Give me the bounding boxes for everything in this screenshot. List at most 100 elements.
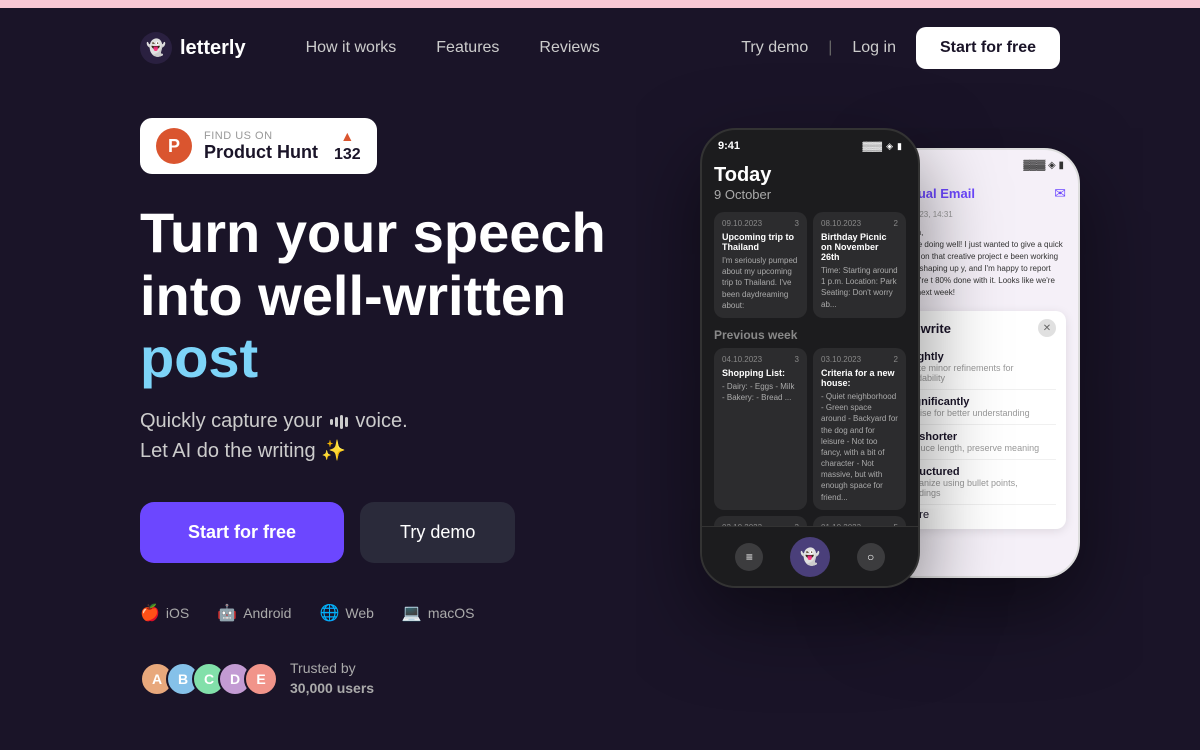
rewrite-option-significantly[interactable]: Significantly Revise for better understa… [904,390,1056,425]
back-status-icons: ▓▓▓ ◈ ▮ [1023,160,1064,171]
prev-note-2-header: 03.10.2023 2 [821,355,898,364]
prev-note-2-body: - Quiet neighborhood - Green space aroun… [821,391,898,503]
nav-start-free-button[interactable]: Start for free [916,27,1060,69]
prev-note-1-count: 3 [795,355,799,364]
note-card-1-date: 09.10.2023 [722,219,762,228]
rewrite-shorter-title: 2x shorter [904,431,1056,443]
headline-line2: into well-written [140,264,566,327]
sub1-text: Quickly capture your [140,410,322,432]
sub1-suffix: voice. [355,410,407,432]
main-status-time: 9:41 [718,140,740,152]
nav-links: How it works Features Reviews [306,39,742,57]
platform-macos-label: macOS [428,605,475,621]
nav-icon-left[interactable]: ≡ [735,543,763,571]
platform-macos: 💻 macOS [402,603,475,623]
voice-bars-icon [330,415,348,429]
phone-bottom-nav: ≡ 👻 ○ [702,526,918,586]
ph-arrow-icon: ▲ [340,128,354,144]
platforms: 🍎 iOS 🤖 Android 🌐 Web 💻 macOS [140,603,680,623]
logo-text: letterly [180,37,246,60]
hero-headline: Turn your speech into well-written post [140,202,680,390]
try-demo-button[interactable]: Try demo [360,502,515,563]
nav-reviews[interactable]: Reviews [539,39,599,56]
prev-notes-row-1: 04.10.2023 3 Shopping List: - Dairy: - E… [714,348,906,510]
nav-right: Try demo | Log in Start for free [741,27,1060,69]
trusted-section: A B C D E Trusted by 30,000 users [140,659,680,698]
rewrite-slightly-title: Slightly [904,351,1056,363]
note-card-1-header: 09.10.2023 3 [722,219,799,228]
nav-features[interactable]: Features [436,39,499,56]
start-free-button[interactable]: Start for free [140,502,344,563]
prev-note-card-1[interactable]: 04.10.2023 3 Shopping List: - Dairy: - E… [714,348,807,510]
rewrite-structured-title: Structured [904,466,1056,478]
rewrite-close-button[interactable]: ✕ [1038,319,1056,337]
prev-week-label: Previous week [714,328,906,342]
apple-icon: 🍎 [140,603,160,623]
headline-line1: Turn your speech [140,201,606,264]
today-notes-row: 09.10.2023 3 Upcoming trip to Thailand I… [714,212,906,318]
platform-ios: 🍎 iOS [140,603,189,623]
nav-login-link[interactable]: Log in [852,39,896,57]
nav-icon-center-record[interactable]: 👻 [790,537,830,577]
phone-main: 9:41 ▓▓▓ ◈ ▮ Today 9 October 09.10.2023 [700,128,920,588]
trusted-label1: Trusted by [290,660,356,676]
rewrite-header: Rewrite ✕ [904,319,1056,337]
rewrite-slightly-desc: Make minor refinements for readability [904,363,1056,383]
trusted-avatars: A B C D E [140,662,278,696]
prev-note-1-header: 04.10.2023 3 [722,355,799,364]
logo[interactable]: 👻 letterly [140,32,246,64]
prev-note-2-count: 2 [894,355,898,364]
sub2-text: Let AI do the writing ✨ [140,440,346,462]
navbar: 👻 letterly How it works Features Reviews… [0,8,1200,88]
platform-ios-label: iOS [166,605,189,621]
prev-note-card-2[interactable]: 03.10.2023 2 Criteria for a new house: -… [813,348,906,510]
note-card-2-title: Birthday Picnic on November 26th [821,232,898,262]
main-status-icons: ▓▓▓ ◈ ▮ [862,141,902,152]
prev-note-2-title: Criteria for a new house: [821,368,898,388]
platform-android: 🤖 Android [217,603,291,623]
rewrite-structured-desc: Organize using bullet points, headings [904,478,1056,498]
rewrite-option-structured[interactable]: Structured Organize using bullet points,… [904,460,1056,505]
rewrite-more[interactable]: More [904,505,1056,521]
logo-icon: 👻 [140,32,172,64]
cta-buttons: Start for free Try demo [140,502,680,563]
rewrite-significantly-title: Significantly [904,396,1056,408]
note-card-1[interactable]: 09.10.2023 3 Upcoming trip to Thailand I… [714,212,807,318]
phone-mockups: 9:41 ▓▓▓ ◈ ▮ Casual Email ✉ July 2023, 1… [680,108,1060,668]
web-icon: 🌐 [319,603,339,623]
product-hunt-find-label: FIND US ON [204,130,318,142]
main-status-bar: 9:41 ▓▓▓ ◈ ▮ [702,130,918,156]
android-icon: 🤖 [217,603,237,623]
phone-date: 9 October [714,187,906,202]
phone-date-header: Today 9 October [714,164,906,202]
note-card-1-body: I'm seriously pumped about my upcoming t… [722,255,799,311]
nav-how-it-works[interactable]: How it works [306,39,397,56]
macos-icon: 💻 [402,603,422,623]
note-card-2[interactable]: 08.10.2023 2 Birthday Picnic on November… [813,212,906,318]
headline-accent: post [140,326,258,389]
rewrite-option-shorter[interactable]: 2x shorter Reduce length, preserve meani… [904,425,1056,460]
nav-icon-right[interactable]: ○ [857,543,885,571]
rewrite-shorter-desc: Reduce length, preserve meaning [904,443,1056,453]
rewrite-option-slightly[interactable]: Slightly Make minor refinements for read… [904,345,1056,390]
phone-today: Today [714,164,906,187]
note-card-2-header: 08.10.2023 2 [821,219,898,228]
back-email-icon: ✉ [1054,185,1066,202]
product-hunt-badge[interactable]: P FIND US ON Product Hunt ▲ 132 [140,118,377,174]
note-card-2-date: 08.10.2023 [821,219,861,228]
rewrite-significantly-desc: Revise for better understanding [904,408,1056,418]
left-content: P FIND US ON Product Hunt ▲ 132 Turn you… [140,108,680,698]
product-hunt-count: ▲ 132 [334,128,361,164]
product-hunt-text: FIND US ON Product Hunt [204,130,318,163]
product-hunt-name: Product Hunt [204,142,318,163]
prev-note-1-body: - Dairy: - Eggs - Milk - Bakery: - Bread… [722,381,799,403]
note-card-2-body: Time: Starting around 1 p.m. Location: P… [821,265,898,310]
main-phone-content: Today 9 October 09.10.2023 3 Upcoming tr… [702,156,918,542]
prev-note-1-title: Shopping List: [722,368,799,378]
nav-try-demo-link[interactable]: Try demo [741,39,808,57]
product-hunt-logo: P [156,128,192,164]
top-bar [0,0,1200,8]
note-card-1-count: 3 [795,219,799,228]
platform-android-label: Android [243,605,291,621]
prev-note-1-date: 04.10.2023 [722,355,762,364]
